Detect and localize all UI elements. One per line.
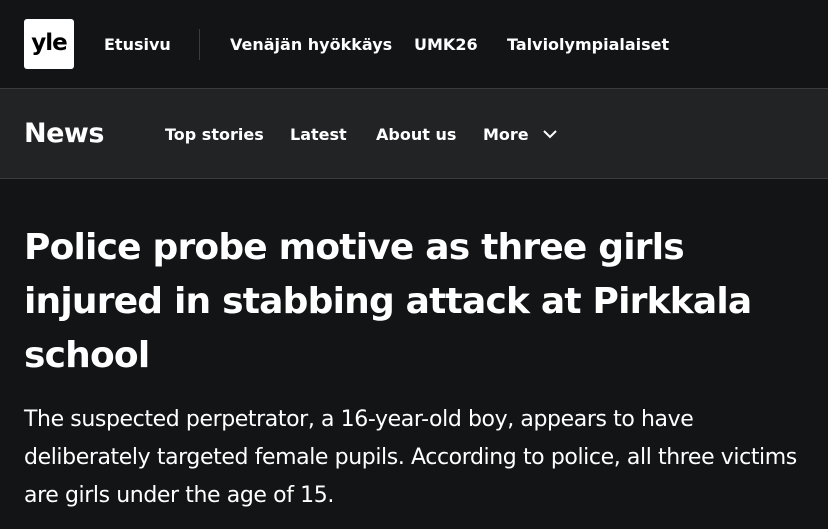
article-lead: The suspected perpetrator, a 16-year-old…: [24, 407, 797, 508]
tab-about-us[interactable]: About us: [376, 125, 456, 144]
nav-link-talviolympialaiset[interactable]: Talviolympialaiset: [507, 35, 669, 54]
nav-link-umk26[interactable]: UMK26: [414, 35, 478, 54]
nav-link-venajan-hyokkays[interactable]: Venäjän hyökkäys: [230, 35, 392, 54]
tab-top-stories[interactable]: Top stories: [165, 125, 264, 144]
site-header: yle Etusivu Venäjän hyökkäys UMK26 Talvi…: [0, 0, 828, 89]
chevron-down-icon[interactable]: [542, 126, 558, 142]
article-headline: Police probe motive as three girls injur…: [24, 227, 752, 376]
nav-link-etusivu[interactable]: Etusivu: [104, 35, 171, 54]
section-nav: News Top stories Latest About us More: [0, 89, 828, 179]
section-title-news[interactable]: News: [24, 118, 104, 149]
tab-latest[interactable]: Latest: [290, 125, 347, 144]
nav-divider: [199, 29, 200, 60]
more-menu-button[interactable]: More: [483, 125, 529, 144]
yle-logo[interactable]: yle: [24, 19, 74, 69]
